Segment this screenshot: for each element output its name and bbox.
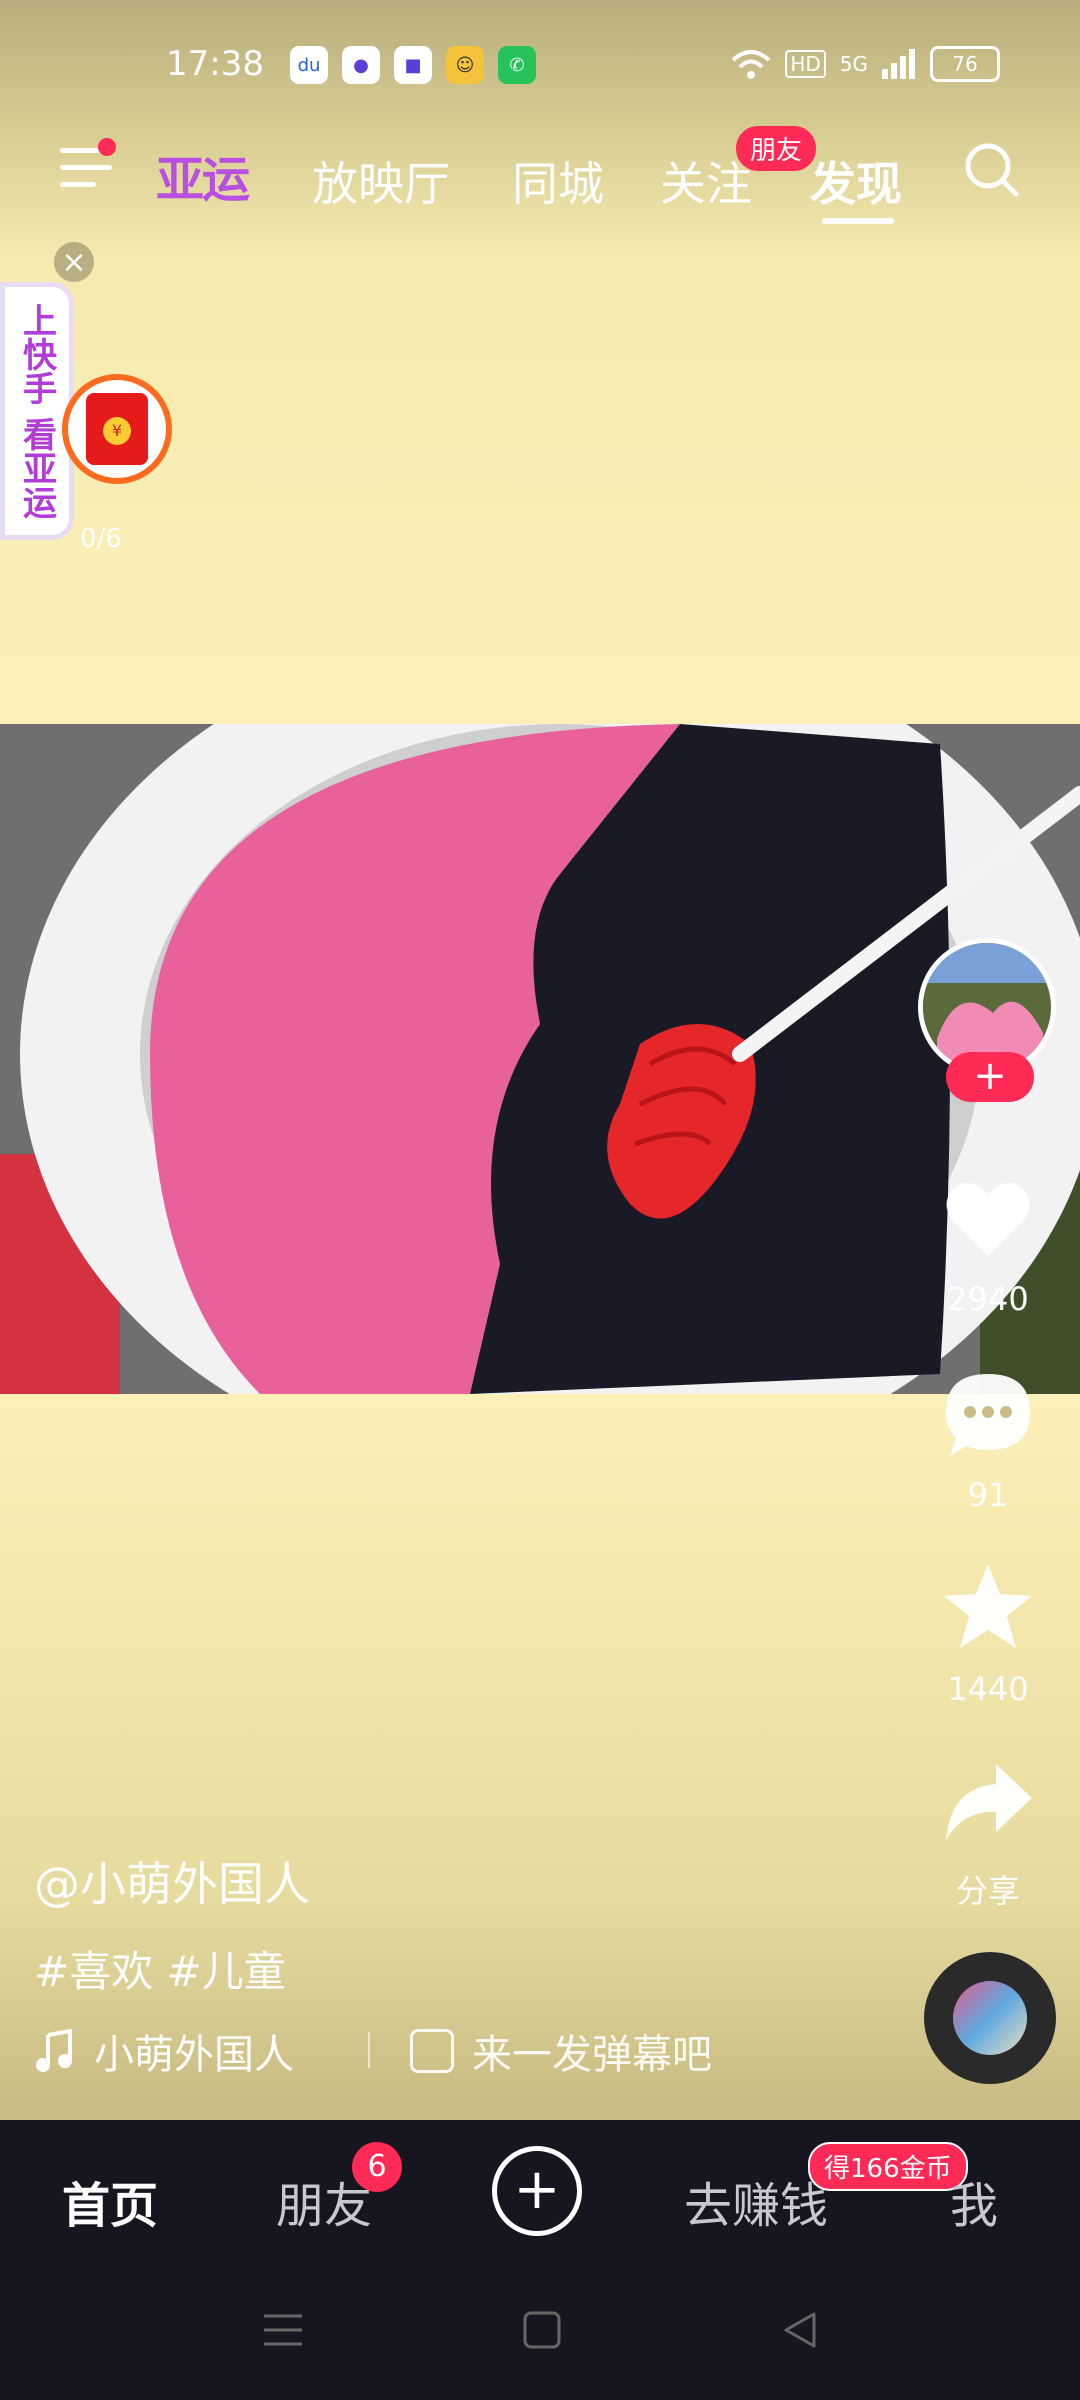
network-indicator: 5G (839, 52, 868, 76)
video-frame (0, 724, 1080, 1394)
status-indicators: HD 5G 76 (731, 46, 1000, 82)
status-app-icons: du ● ■ ☺ ✆ (290, 46, 536, 84)
menu-button[interactable] (60, 138, 116, 192)
phone-app-icon: ✆ (498, 46, 536, 84)
battery-icon: 76 (930, 46, 1000, 82)
banner-text: 上快手 看亚运 (16, 303, 57, 519)
danmu-input[interactable]: 来一发弹幕吧 (410, 2022, 712, 2080)
favorite-count: 1440 (947, 1670, 1029, 1708)
create-button[interactable]: + (492, 2146, 582, 2236)
follow-button[interactable]: + (946, 1052, 1034, 1102)
like-count: 2940 (947, 1280, 1029, 1318)
hd-indicator: HD (785, 50, 826, 78)
share-icon[interactable] (940, 1754, 1036, 1850)
music-title: 小萌外国人 (94, 2032, 294, 2078)
divider (368, 2032, 370, 2068)
battery-level: 76 (952, 52, 978, 76)
tab-local[interactable]: 同城 (512, 148, 604, 214)
danmu-icon (410, 2029, 454, 2073)
friends-badge: 6 (352, 2142, 402, 2192)
active-tab-indicator (822, 218, 894, 224)
share-label: 分享 (955, 1872, 1020, 1910)
status-time: 17:38 (166, 44, 264, 84)
music-disc[interactable] (924, 1952, 1056, 2084)
wifi-icon (731, 50, 771, 79)
disc-cover (953, 1981, 1027, 2055)
music-info[interactable]: 小萌外国人 (34, 2022, 294, 2080)
hashtags[interactable]: #喜欢 #儿童 (34, 1938, 286, 1999)
star-icon[interactable] (940, 1558, 1036, 1654)
heart-icon[interactable] (940, 1170, 1036, 1266)
author-name[interactable]: @小萌外国人 (34, 1848, 310, 1914)
signal-icon (882, 49, 915, 79)
music-note-icon (36, 2029, 72, 2072)
comment-icon[interactable] (940, 1366, 1036, 1462)
menu-line (60, 165, 112, 170)
nav-earn[interactable]: 去赚钱 (684, 2166, 828, 2236)
home-system-icon[interactable] (522, 2310, 562, 2350)
notification-dot (98, 138, 116, 156)
menu-line (60, 182, 97, 187)
nav-home[interactable]: 首页 (62, 2166, 158, 2236)
search-icon[interactable] (962, 140, 1022, 200)
close-widget-button[interactable]: × (54, 242, 94, 282)
coin-icon: ¥ (103, 417, 131, 445)
app-notification-icon: ● (342, 46, 380, 84)
red-packet-progress: 0/6 (80, 524, 122, 554)
asian-games-banner[interactable]: 上快手 看亚运 (0, 282, 74, 540)
recent-apps-icon[interactable] (262, 2310, 304, 2350)
tab-cinema[interactable]: 放映厅 (312, 148, 450, 214)
baidu-app-icon: du (290, 46, 328, 84)
coin-reward-badge: 得166金币 (808, 2142, 968, 2191)
video-player[interactable] (0, 724, 1080, 1394)
tab-discover[interactable]: 发现 (810, 148, 902, 214)
follow-badge: 朋友 (736, 126, 817, 171)
comment-count: 91 (967, 1476, 1009, 1514)
message-app-icon: ■ (394, 46, 432, 84)
game-app-icon: ☺ (446, 46, 484, 84)
danmu-placeholder: 来一发弹幕吧 (472, 2032, 712, 2078)
back-icon[interactable] (780, 2310, 820, 2350)
asian-games-logo[interactable]: 亚运 (156, 140, 250, 210)
nav-me[interactable]: 我 (950, 2166, 998, 2236)
red-packet-widget[interactable]: ¥ (62, 374, 172, 484)
red-envelope-icon: ¥ (86, 393, 148, 465)
